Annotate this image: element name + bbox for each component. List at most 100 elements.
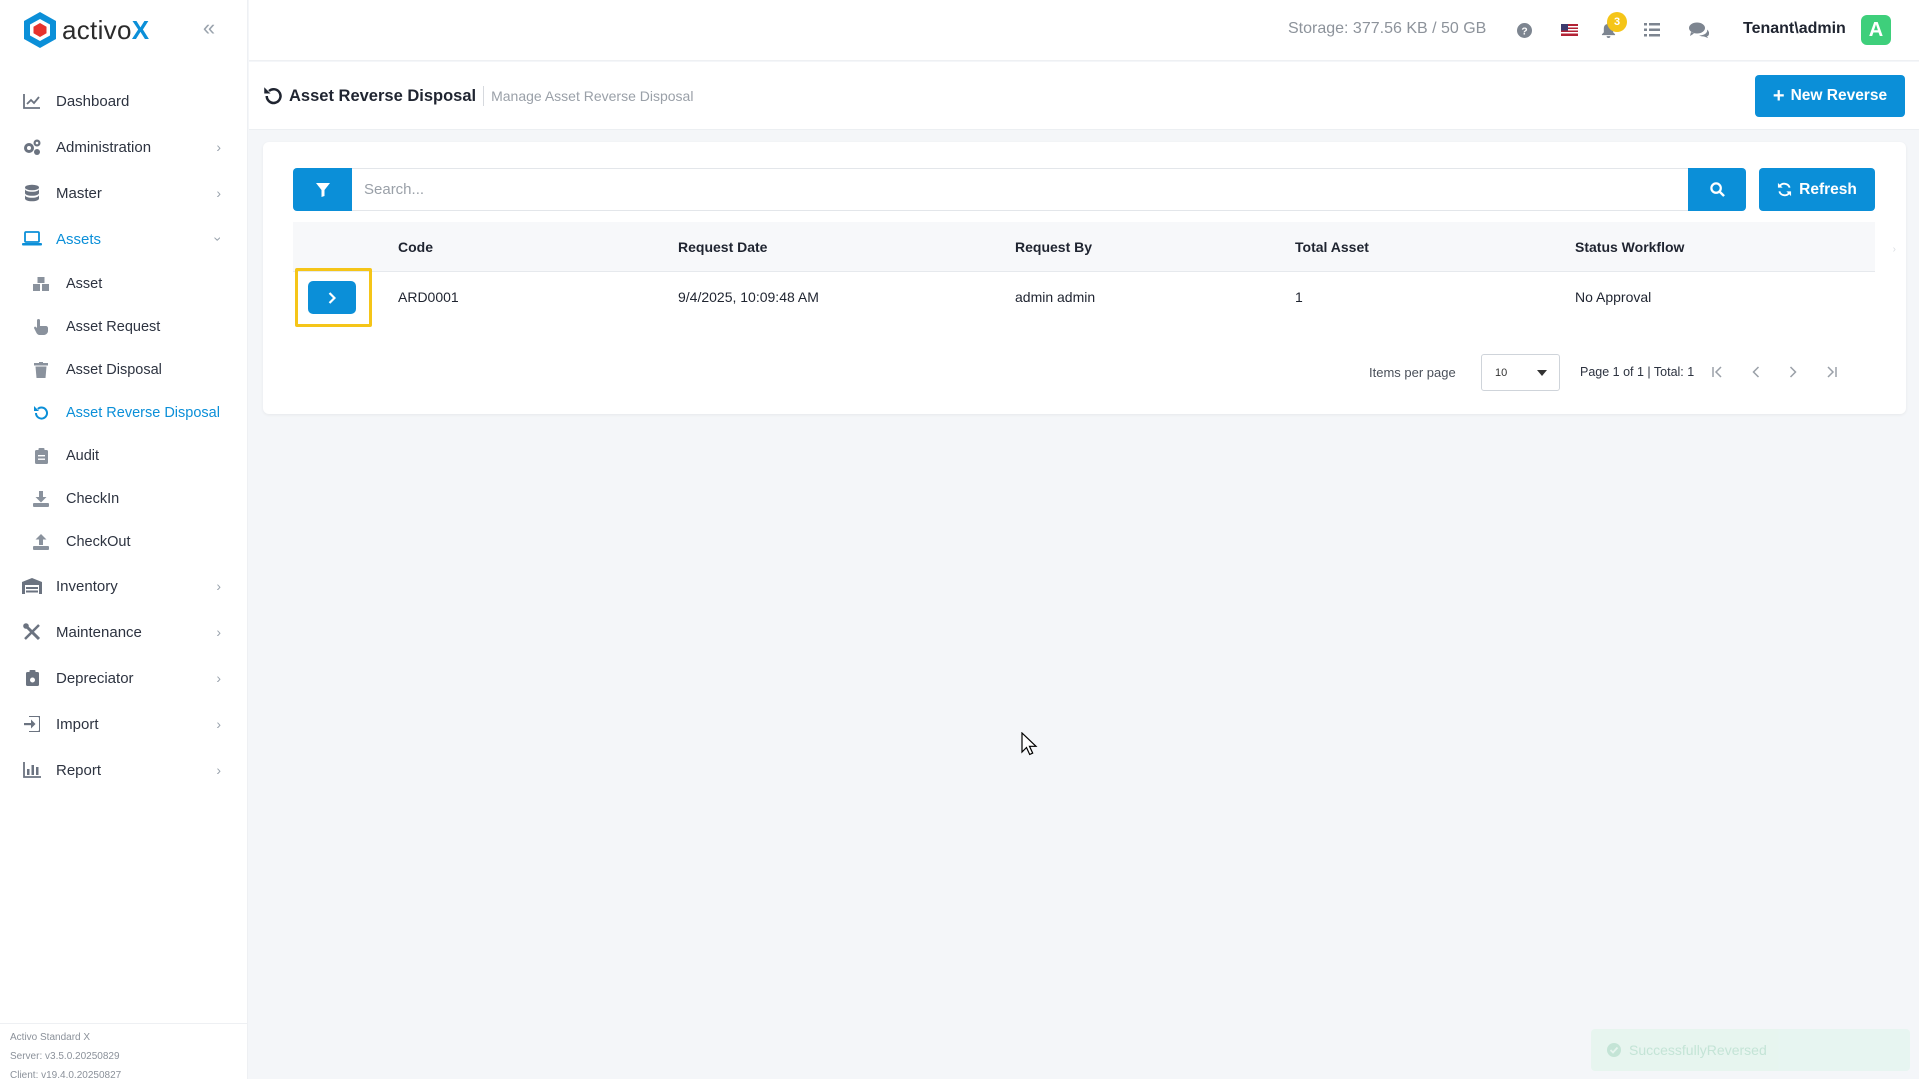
sidebar-item-dashboard[interactable]: Dashboard <box>0 78 247 124</box>
column-header-total-asset[interactable]: Total Asset <box>1295 239 1369 255</box>
cell-request-date: 9/4/2025, 10:09:48 AM <box>678 289 819 305</box>
sidebar-subitem-label: Asset Disposal <box>66 361 162 378</box>
page-info: Page 1 of 1 | Total: 1 <box>1580 365 1695 379</box>
chat-icon[interactable] <box>1689 20 1709 40</box>
user-name[interactable]: Tenant\admin <box>1743 20 1846 38</box>
table-row[interactable]: ARD0001 9/4/2025, 10:09:48 AM admin admi… <box>293 268 1875 327</box>
new-reverse-label: New Reverse <box>1790 87 1888 104</box>
sidebar-subitem-asset-request[interactable]: Asset Request <box>0 305 247 348</box>
chevron-right-icon: › <box>216 624 221 640</box>
undo-icon <box>32 404 50 422</box>
topbar: Storage: 377.56 KB / 50 GB ? 3 Tenant\ad… <box>249 0 1919 61</box>
cell-request-by: admin admin <box>1015 289 1096 305</box>
brand-name: activoX <box>62 14 150 45</box>
expand-row-button[interactable] <box>308 281 356 314</box>
chevron-right-icon <box>328 291 336 304</box>
cell-status-workflow: No Approval <box>1575 289 1652 305</box>
upload-icon <box>32 533 50 551</box>
sidebar-item-report[interactable]: Report › <box>0 747 247 793</box>
sidebar-subitem-checkout[interactable]: CheckOut <box>0 520 247 563</box>
sidebar-nav: Dashboard Administration › Master › Asse… <box>0 78 247 793</box>
clipboard-icon <box>22 668 42 688</box>
version-info: Activo Standard X Server: v3.5.0.2025082… <box>0 1023 248 1079</box>
boxes-icon <box>32 275 50 293</box>
sidebar-subitem-checkin[interactable]: CheckIn <box>0 477 247 520</box>
sidebar-subitem-asset-reverse-disposal[interactable]: Asset Reverse Disposal <box>0 391 247 434</box>
sidebar-item-label: Import <box>56 715 99 733</box>
items-per-page-select[interactable]: 10 <box>1481 354 1560 391</box>
caret-down-icon <box>1537 370 1547 376</box>
next-page-icon[interactable] <box>1781 360 1805 384</box>
undo-icon <box>264 87 282 105</box>
sidebar-subitem-label: Asset Reverse Disposal <box>66 404 220 421</box>
success-toast[interactable]: SuccessfullyReversed <box>1591 1029 1910 1071</box>
sidebar-item-master[interactable]: Master › <box>0 170 247 216</box>
search-input[interactable] <box>352 168 1688 211</box>
bar-chart-icon <box>22 760 42 780</box>
hand-pointer-icon <box>32 318 50 336</box>
svg-text:?: ? <box>1521 26 1527 37</box>
sidebar-item-inventory[interactable]: Inventory › <box>0 563 247 609</box>
items-per-page-value: 10 <box>1495 366 1508 379</box>
chevron-right-icon: › <box>216 578 221 594</box>
chart-line-icon <box>22 91 42 111</box>
chevron-down-icon: › <box>210 236 227 242</box>
column-header-request-date[interactable]: Request Date <box>678 239 767 255</box>
sidebar-item-label: Inventory <box>56 577 118 595</box>
sidebar-item-label: Assets <box>56 230 102 248</box>
page-header: Asset Reverse Disposal Manage Asset Reve… <box>249 62 1919 130</box>
sidebar-item-maintenance[interactable]: Maintenance › <box>0 609 247 655</box>
column-header-status-workflow[interactable]: Status Workflow <box>1575 239 1684 255</box>
product-name: Activo Standard X <box>10 1032 91 1043</box>
brand-logo[interactable]: activoX « <box>0 0 247 60</box>
page-title: Asset Reverse Disposal <box>289 86 477 105</box>
plus-icon: + <box>1772 85 1785 107</box>
column-header-code[interactable]: Code <box>398 239 433 255</box>
sidebar-item-depreciator[interactable]: Depreciator › <box>0 655 247 701</box>
scroll-right-icon[interactable]: › <box>1893 244 1896 255</box>
sidebar-subitem-label: CheckIn <box>66 490 120 507</box>
client-version: Client: v19.4.0.20250827 <box>10 1070 122 1079</box>
sidebar-subitem-label: Asset Request <box>66 318 161 335</box>
check-circle-icon <box>1607 1043 1621 1057</box>
page-title-group: Asset Reverse Disposal Manage Asset Reve… <box>263 86 693 106</box>
sidebar: activoX « Dashboard Administration › Mas… <box>0 0 248 1079</box>
database-icon <box>22 183 42 203</box>
previous-page-icon[interactable] <box>1744 360 1768 384</box>
help-icon[interactable]: ? <box>1514 20 1534 40</box>
collapse-sidebar-icon[interactable]: « <box>197 17 221 41</box>
sidebar-subitem-audit[interactable]: Audit <box>0 434 247 477</box>
sidebar-item-import[interactable]: Import › <box>0 701 247 747</box>
notification-badge: 3 <box>1607 12 1627 32</box>
items-per-page-label: Items per page <box>1369 365 1456 380</box>
sidebar-subitem-label: Asset <box>66 275 103 292</box>
search-icon <box>1709 182 1725 197</box>
us-flag-icon[interactable] <box>1559 20 1579 40</box>
trash-icon <box>32 361 50 379</box>
search-button[interactable] <box>1688 168 1746 211</box>
sidebar-item-assets[interactable]: Assets › <box>0 216 247 262</box>
column-header-request-by[interactable]: Request By <box>1015 239 1092 255</box>
sidebar-item-label: Administration <box>56 138 152 156</box>
first-page-icon[interactable] <box>1706 360 1730 384</box>
chevron-right-icon: › <box>216 139 221 155</box>
clipboard-list-icon <box>32 447 50 465</box>
refresh-button[interactable]: Refresh <box>1759 168 1875 211</box>
task-list-icon[interactable] <box>1642 20 1662 40</box>
sidebar-item-administration[interactable]: Administration › <box>0 124 247 170</box>
refresh-label: Refresh <box>1799 180 1857 198</box>
tools-icon <box>22 622 42 642</box>
sidebar-subitem-asset-disposal[interactable]: Asset Disposal <box>0 348 247 391</box>
sidebar-subitem-label: CheckOut <box>66 533 131 550</box>
chevron-right-icon: › <box>216 670 221 686</box>
reverse-disposal-table: Code Request Date Request By Total Asset… <box>293 222 1875 391</box>
sidebar-subitem-asset[interactable]: Asset <box>0 262 247 305</box>
filter-icon <box>315 182 330 197</box>
last-page-icon[interactable] <box>1819 360 1843 384</box>
filter-button[interactable] <box>293 168 352 211</box>
mouse-cursor-icon <box>1021 732 1038 756</box>
gears-icon <box>22 137 42 157</box>
avatar[interactable]: A <box>1861 15 1891 45</box>
sidebar-item-label: Depreciator <box>56 669 134 687</box>
new-reverse-button[interactable]: + New Reverse <box>1755 75 1905 117</box>
